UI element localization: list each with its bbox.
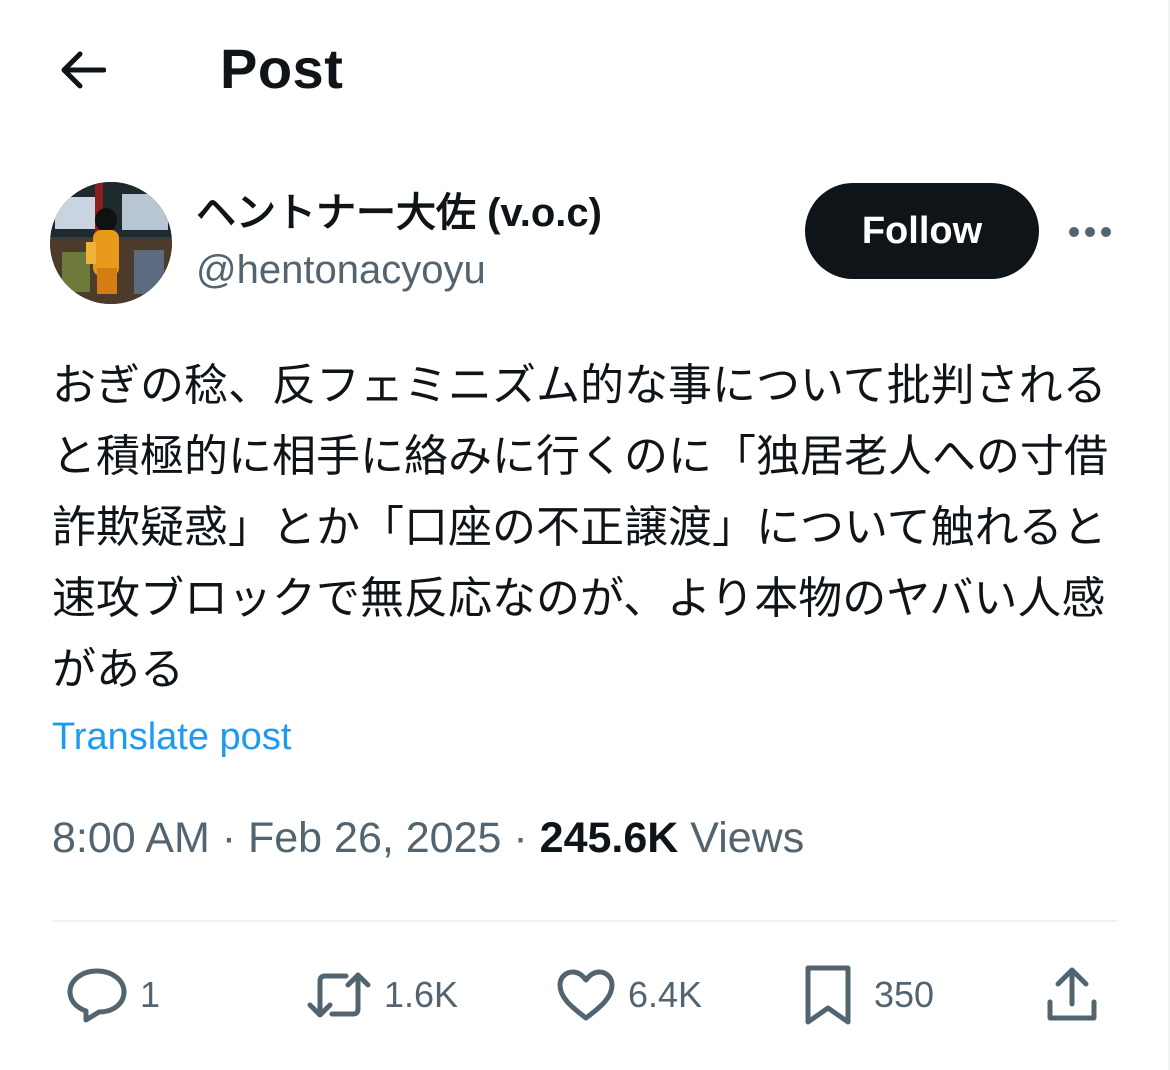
post-page: Post ヘントナー大佐 (v.o.c) @hentonacyoyu Follo…: [0, 0, 1170, 1070]
like-count: 6.4K: [628, 974, 703, 1015]
meta-separator: ·: [221, 814, 237, 862]
views-count: 245.6K: [539, 814, 679, 862]
bookmark-icon: [805, 965, 851, 1025]
display-name[interactable]: ヘントナー大佐 (v.o.c): [196, 188, 602, 238]
avatar-image: [50, 182, 172, 304]
like-button[interactable]: 6.4K: [556, 960, 702, 1030]
bookmark-button[interactable]: 350: [802, 960, 934, 1030]
post-time[interactable]: 8:00 AM: [52, 814, 210, 862]
translate-post-link[interactable]: Translate post: [52, 716, 291, 759]
top-bar: Post: [0, 0, 1168, 140]
heart-icon: [557, 969, 615, 1021]
post-text: おぎの稔、反フェミニズム的な事について批判されると積極的に相手に絡みに行くのに「…: [52, 360, 1108, 695]
views-label: Views: [690, 814, 805, 862]
reply-button[interactable]: 1: [66, 960, 160, 1030]
follow-button[interactable]: Follow: [805, 183, 1039, 279]
divider: [52, 920, 1118, 922]
back-button[interactable]: [52, 40, 112, 100]
reply-icon: [67, 968, 127, 1023]
share-button[interactable]: [1044, 960, 1100, 1030]
avatar[interactable]: [50, 182, 172, 304]
page-title: Post: [220, 37, 344, 100]
user-handle[interactable]: @hentonacyoyu: [196, 242, 602, 298]
more-options-button[interactable]: [1060, 210, 1120, 254]
post-meta: 8:00 AM · Feb 26, 2025 · 245.6K Views: [52, 814, 804, 863]
reply-count: 1: [140, 974, 161, 1015]
repost-count: 1.6K: [384, 974, 459, 1015]
repost-button[interactable]: 1.6K: [306, 960, 458, 1030]
more-horizontal-icon: [1069, 227, 1111, 237]
bookmark-count: 350: [874, 974, 935, 1015]
meta-separator: ·: [513, 814, 528, 862]
author-info: ヘントナー大佐 (v.o.c) @hentonacyoyu: [196, 188, 602, 298]
share-icon: [1047, 967, 1097, 1021]
arrow-left-icon: [61, 51, 106, 89]
post-date[interactable]: Feb 26, 2025: [248, 814, 501, 862]
repost-icon: [307, 972, 371, 1018]
